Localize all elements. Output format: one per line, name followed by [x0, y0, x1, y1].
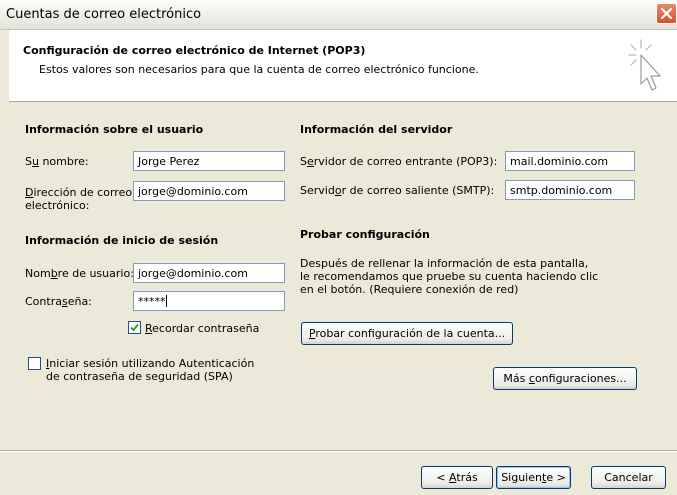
server-info-heading: Información del servidor	[300, 123, 453, 136]
incoming-server-field[interactable]: mail.dominio.com	[505, 151, 635, 171]
username-field[interactable]: jorge@dominio.com	[133, 263, 285, 283]
email-address-field[interactable]: jorge@dominio.com	[133, 181, 285, 201]
window-title: Cuentas de correo electrónico	[6, 7, 202, 22]
remember-password-label[interactable]: Recordar contraseña	[145, 322, 259, 335]
your-name-label: Su nombre:	[25, 155, 89, 168]
text-caret	[165, 295, 167, 307]
more-settings-button[interactable]: Más configuraciones...	[493, 367, 637, 390]
close-icon	[660, 7, 673, 20]
back-button[interactable]: < Atrás	[421, 466, 493, 489]
test-settings-heading: Probar configuración	[300, 228, 430, 241]
settings-body: Información sobre el usuario Su nombre: …	[9, 102, 677, 450]
username-label: Nombre de usuario:	[25, 267, 134, 280]
header-title: Configuración de correo electrónico de I…	[23, 44, 366, 57]
spa-label[interactable]: Iniciar sesión utilizando Autenticación d…	[46, 357, 254, 383]
your-name-field[interactable]: Jorge Perez	[133, 151, 285, 171]
next-button[interactable]: Siguiente >	[496, 466, 571, 489]
login-info-heading: Información de inicio de sesión	[25, 234, 219, 247]
header-panel: Configuración de correo electrónico de I…	[9, 30, 677, 102]
footer-separator	[0, 450, 677, 452]
header-subtitle: Estos valores son necesarios para que la…	[39, 63, 479, 76]
checkmark-icon	[130, 323, 139, 332]
test-description: Después de rellenar la información de es…	[300, 257, 599, 296]
pointer-cursor-icon	[628, 39, 661, 91]
outgoing-server-field[interactable]: smtp.dominio.com	[505, 180, 635, 200]
remember-password-checkbox[interactable]	[128, 321, 141, 334]
spa-checkbox[interactable]	[28, 357, 41, 370]
email-address-label: Dirección de correo electrónico:	[25, 186, 133, 212]
close-button[interactable]	[656, 3, 677, 24]
password-label: Contraseña:	[25, 295, 92, 308]
password-field[interactable]: *****	[133, 291, 285, 311]
title-bar: Cuentas de correo electrónico	[0, 0, 677, 30]
incoming-server-label: Servidor de correo entrante (POP3):	[300, 155, 498, 168]
cancel-button[interactable]: Cancelar	[591, 466, 666, 489]
user-info-heading: Información sobre el usuario	[25, 123, 204, 136]
test-account-settings-button[interactable]: Probar configuración de la cuenta...	[301, 322, 513, 345]
outgoing-server-label: Servidor de correo saliente (SMTP):	[300, 184, 495, 197]
